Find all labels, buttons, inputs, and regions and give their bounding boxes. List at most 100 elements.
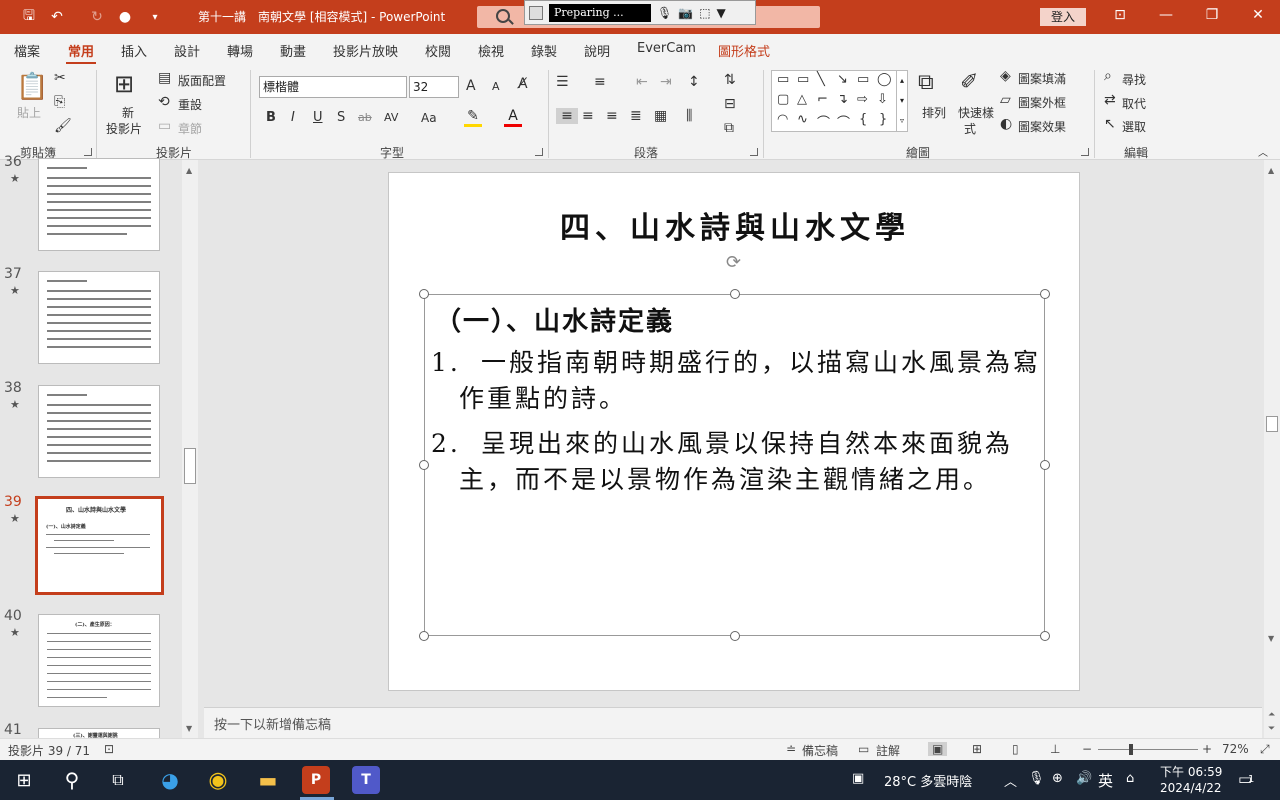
select-icon[interactable]: ↖ [1104, 116, 1116, 132]
scroll-up-icon[interactable]: ▲ [1268, 166, 1274, 175]
customize-qat-icon[interactable]: ▾ [144, 7, 166, 27]
textbox-shape-icon[interactable]: ▭ [777, 72, 789, 87]
cut-icon[interactable]: ✂ [54, 70, 66, 86]
zoom-level[interactable]: 72% [1222, 742, 1249, 756]
notes-icon[interactable]: ≐ [786, 742, 796, 756]
section-icon[interactable]: ▭ [158, 118, 171, 134]
file-explorer-icon[interactable]: ▬ [254, 766, 282, 794]
camera-icon[interactable]: 📷 [678, 6, 693, 20]
weather-text[interactable]: 28°C 多雲時陰 [884, 771, 972, 790]
new-slide-label-2[interactable]: 投影片 [106, 120, 142, 137]
find-button[interactable]: 尋找 [1122, 71, 1146, 88]
shape-effects-button[interactable]: 圖案效果 [1018, 118, 1066, 135]
arrange-button[interactable]: 排列 [922, 104, 946, 121]
chrome-icon[interactable]: ◉ [204, 766, 232, 794]
recorder-stop-icon[interactable] [529, 5, 543, 20]
curve-shape-icon[interactable]: ⌒ [837, 112, 850, 131]
shape-fill-button[interactable]: 圖案填滿 [1018, 70, 1066, 87]
thumbnail-scrollbar[interactable]: ▲ ▼ [182, 160, 198, 738]
scroll-down-icon[interactable]: ▼ [186, 724, 192, 733]
slide-canvas[interactable]: 四、山水詩與山水文學 ⟳ （一）、山水詩定義 1. 一般指南朝時期盛行的，以描寫… [388, 172, 1080, 691]
show-hidden-icons[interactable]: ︿ [1004, 771, 1017, 790]
resize-handle[interactable] [419, 631, 429, 641]
down-arrow-shape-icon[interactable]: ⇩ [877, 92, 888, 107]
tab-insert[interactable]: 插入 [121, 41, 147, 60]
replace-button[interactable]: 取代 [1122, 95, 1146, 112]
decrease-indent-icon[interactable]: ⇤ [636, 74, 648, 90]
minimize-icon[interactable]: — [1154, 7, 1178, 23]
rotate-handle-icon[interactable]: ⟳ [726, 252, 741, 273]
collapse-ribbon-icon[interactable]: ︿ [1258, 144, 1268, 159]
volume-icon[interactable]: 🔊 [1076, 771, 1092, 786]
scroll-up-icon[interactable]: ▲ [186, 166, 192, 175]
highlight-icon[interactable]: ✎ [464, 108, 482, 127]
scroll-down-icon[interactable]: ▼ [1268, 634, 1274, 643]
smartart-icon[interactable]: ⧉ [724, 120, 734, 136]
zoom-out-icon[interactable]: − [1082, 742, 1092, 756]
save-icon[interactable]: 🖫 [18, 7, 40, 27]
shape-outline-icon[interactable]: ▱ [1000, 92, 1011, 108]
align-right-icon[interactable]: ≡ [606, 108, 618, 124]
freeform-shape-icon[interactable]: ◠ [777, 112, 788, 127]
clipboard-launcher[interactable] [84, 148, 92, 156]
columns-icon[interactable]: ⫼ [686, 108, 692, 124]
align-left-icon[interactable]: ≡ [556, 108, 578, 124]
section-button[interactable]: 章節 [178, 120, 202, 137]
slide-thumbnail-39-selected[interactable]: 四、山水詩與山水文學 (一)、山水詩定義 [35, 496, 164, 595]
clock-time[interactable]: 下午 06:59 [1160, 763, 1222, 780]
resize-handle[interactable] [730, 631, 740, 641]
powerpoint-icon[interactable]: P [302, 766, 330, 794]
search-icon[interactable] [496, 9, 510, 23]
replace-icon[interactable]: ⇄ [1104, 92, 1116, 108]
triangle-shape-icon[interactable]: △ [797, 92, 807, 107]
layout-button[interactable]: 版面配置 [178, 72, 226, 89]
align-text-icon[interactable]: ⊟ [724, 96, 736, 112]
arc-shape-icon[interactable]: ⌒ [817, 112, 830, 131]
shadow-button[interactable]: S [337, 110, 345, 125]
bullets-icon[interactable]: ☰ [556, 74, 569, 90]
windows-start-icon[interactable]: ⊞ [10, 766, 38, 794]
justify-icon[interactable]: ≣ [630, 108, 642, 124]
shapes-gallery[interactable]: ▭ ▭ ╲ ↘ ▭ ◯ ▢ △ ⌐ ↴ ⇨ ⇩ ◠ ∿ ⌒ ⌒ { } [771, 70, 897, 132]
shape-fill-icon[interactable]: ◈ [1000, 68, 1011, 84]
tab-shape-format[interactable]: 圖形格式 [718, 41, 770, 60]
tab-view[interactable]: 檢視 [478, 41, 504, 60]
edge-icon[interactable]: ◕ [156, 766, 184, 794]
font-color-icon[interactable]: A [504, 108, 522, 127]
vertical-textbox-shape-icon[interactable]: ▭ [797, 72, 809, 87]
region-select-icon[interactable]: ⬚ [699, 6, 710, 20]
increase-indent-icon[interactable]: ⇥ [660, 74, 672, 90]
comments-icon[interactable]: ▭ [858, 742, 869, 756]
reading-view-icon[interactable]: ▯ [1012, 742, 1019, 756]
new-slide-label[interactable]: 新 [122, 104, 134, 121]
accessibility-icon[interactable]: ⊡ [104, 742, 114, 756]
microphone-icon[interactable]: 🎙 [1028, 771, 1045, 786]
shape-outline-button[interactable]: 圖案外框 [1018, 94, 1066, 111]
zoom-slider[interactable] [1098, 749, 1198, 750]
elbow-arrow-shape-icon[interactable]: ↴ [837, 92, 848, 107]
reset-button[interactable]: 重設 [178, 96, 202, 113]
numbering-icon[interactable]: ≡ [594, 74, 606, 90]
resize-handle[interactable] [419, 289, 429, 299]
slide-thumbnail-36[interactable] [38, 158, 160, 251]
left-brace-shape-icon[interactable]: { [859, 112, 867, 127]
slide-thumbnail-38[interactable] [38, 385, 160, 478]
italic-button[interactable]: I [291, 110, 295, 125]
zoom-slider-thumb[interactable] [1129, 744, 1133, 755]
resize-handle[interactable] [1040, 460, 1050, 470]
shape-effects-icon[interactable]: ◐ [1000, 116, 1012, 132]
shrink-font-button[interactable]: A [492, 80, 500, 93]
reset-icon[interactable]: ⟲ [158, 94, 170, 110]
thumbnail-scroll-thumb[interactable] [184, 448, 196, 484]
char-spacing-button[interactable]: AV [384, 111, 398, 124]
undo-icon[interactable]: ↶ [46, 7, 68, 27]
comments-button[interactable]: 註解 [876, 742, 900, 759]
slide-title[interactable]: 四、山水詩與山水文學 [389, 203, 1081, 247]
tab-animations[interactable]: 動畫 [280, 41, 306, 60]
elbow-connector-shape-icon[interactable]: ⌐ [817, 92, 828, 107]
find-icon[interactable]: ⌕ [1104, 68, 1112, 84]
tab-design[interactable]: 設計 [174, 41, 200, 60]
slideshow-icon[interactable]: ⊥ [1050, 742, 1060, 756]
slide-scroll-thumb[interactable] [1266, 416, 1278, 432]
quick-styles-button[interactable]: 快速樣 [958, 104, 994, 121]
